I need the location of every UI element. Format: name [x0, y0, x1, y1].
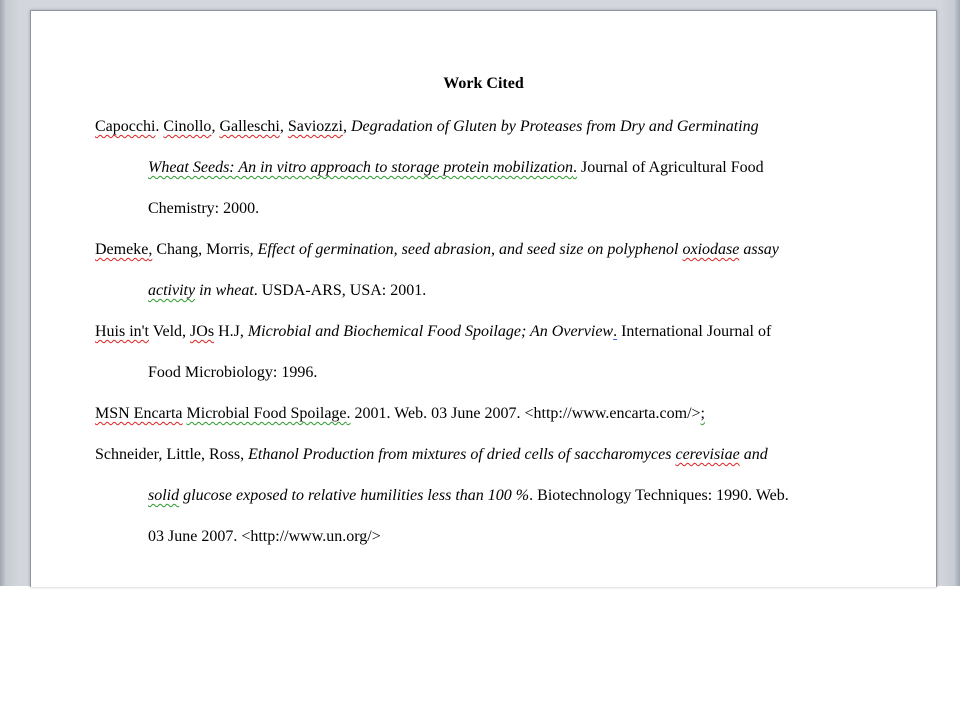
grammar-flagged-phrase[interactable]: Microbial Food Spoilage: [187, 405, 347, 422]
misspelled-word[interactable]: oxiodase: [682, 241, 739, 258]
grammar-flagged-word[interactable]: solid: [148, 487, 179, 504]
reference-2-line-2: activity in wheat. USDA-ARS, USA: 2001.: [148, 282, 427, 299]
misspelled-word[interactable]: Cinollo: [163, 118, 211, 135]
reference-1-line-3: Chemistry: 2000.: [148, 200, 260, 217]
reference-3-line-1: Huis in't Veld, JOs H.J, Microbial and B…: [95, 323, 772, 340]
grammar-flagged-word[interactable]: activity: [148, 282, 195, 299]
misspelled-word[interactable]: JOs: [190, 323, 214, 340]
misspelled-word[interactable]: MSN Encarta: [95, 405, 183, 422]
grammar-flagged-phrase[interactable]: Wheat Seeds: An in vitro approach to sto…: [148, 159, 573, 176]
reference-1-line-2: Wheat Seeds: An in vitro approach to sto…: [148, 159, 764, 176]
misspelled-word[interactable]: cerevisiae: [675, 446, 739, 463]
page-title: Work Cited: [443, 75, 524, 92]
reference-2-line-1: Demeke, Chang, Morris, Effect of germina…: [95, 241, 779, 258]
reference-1-line-1: Capocchi. Cinollo, Galleschi, Saviozzi, …: [95, 118, 759, 135]
misspelled-word[interactable]: Huis in't: [95, 323, 149, 340]
misspelled-word[interactable]: Saviozzi: [288, 118, 343, 135]
reference-5-line-3: 03 June 2007. <http://www.un.org/>: [148, 528, 381, 545]
misspelled-word[interactable]: Demeke: [95, 241, 148, 258]
document-page[interactable]: Work Cited Capocchi. Cinollo, Galleschi,…: [30, 10, 937, 587]
misspelled-word[interactable]: Galleschi: [219, 118, 279, 135]
reference-4-line-1: MSN Encarta Microbial Food Spoilage. 200…: [95, 405, 705, 422]
reference-1-title: Degradation of Gluten by Proteases from …: [350, 118, 759, 135]
misspelled-word[interactable]: Capocchi: [95, 118, 155, 135]
reference-5-line-1: Schneider, Little, Ross, Ethanol Product…: [95, 446, 768, 463]
reference-5-line-2: solid glucose exposed to relative humili…: [148, 487, 789, 504]
reference-3-line-2: Food Microbiology: 1996.: [148, 364, 318, 381]
